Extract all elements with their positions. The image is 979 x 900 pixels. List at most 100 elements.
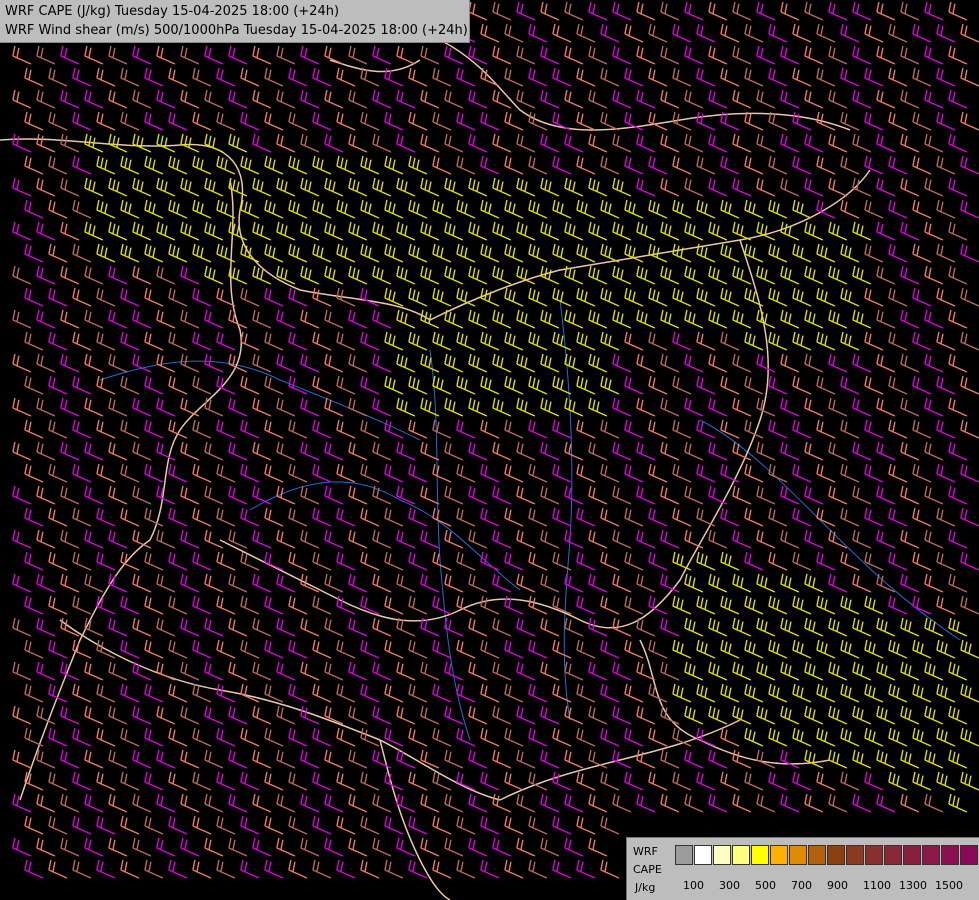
wind-barb bbox=[468, 617, 488, 637]
wind-barb bbox=[840, 287, 860, 307]
wind-barb bbox=[636, 309, 656, 329]
wind-barb bbox=[888, 67, 908, 87]
wind-barb bbox=[312, 199, 332, 219]
wind-barb bbox=[144, 331, 164, 351]
wind-barb bbox=[636, 1, 656, 21]
wind-barb bbox=[684, 45, 704, 65]
country-border bbox=[219, 539, 581, 622]
legend-swatch bbox=[713, 845, 731, 865]
wind-barb bbox=[744, 771, 764, 791]
wind-barb bbox=[24, 595, 44, 615]
wind-barb bbox=[384, 155, 404, 175]
country-border bbox=[149, 179, 243, 541]
wind-barb bbox=[948, 397, 968, 417]
wind-barb bbox=[252, 485, 272, 505]
wind-barb bbox=[552, 287, 572, 307]
wind-barb bbox=[624, 375, 644, 395]
wind-barb bbox=[384, 331, 404, 351]
wind-barb bbox=[348, 397, 368, 417]
wind-barb bbox=[432, 111, 452, 131]
wind-barb bbox=[600, 771, 620, 791]
wind-barb bbox=[360, 111, 380, 131]
wind-barb bbox=[588, 661, 608, 681]
wind-barb bbox=[312, 155, 332, 175]
wind-barb bbox=[912, 419, 932, 439]
wind-barb bbox=[492, 573, 512, 593]
wind-barb bbox=[96, 331, 116, 351]
wind-barb bbox=[312, 551, 332, 571]
legend-swatch bbox=[675, 845, 693, 865]
wind-barb bbox=[852, 1, 872, 21]
wind-barb bbox=[900, 45, 920, 65]
wind-barb bbox=[636, 353, 656, 373]
wind-barb bbox=[12, 397, 32, 417]
wind-barb bbox=[216, 67, 236, 87]
wind-barb bbox=[12, 133, 32, 153]
wind-barb bbox=[240, 815, 260, 835]
wind-barb bbox=[432, 683, 452, 703]
wind-barb bbox=[600, 111, 620, 131]
wind-barb bbox=[828, 573, 848, 593]
legend-ticks: 100 300 500 700 900 1100 1300 1500 bbox=[683, 879, 973, 893]
wind-barb bbox=[96, 287, 116, 307]
wind-barb bbox=[504, 111, 524, 131]
wind-barb bbox=[528, 419, 548, 439]
wind-barb bbox=[192, 243, 212, 263]
wind-barb bbox=[552, 683, 572, 703]
wind-barb bbox=[216, 419, 236, 439]
wind-barb bbox=[948, 353, 968, 373]
wind-barb bbox=[120, 683, 140, 703]
wind-barb bbox=[960, 155, 979, 175]
wind-barb bbox=[192, 463, 212, 483]
wind-barb bbox=[444, 221, 464, 241]
wind-barb bbox=[180, 221, 200, 241]
wind-barb bbox=[588, 573, 608, 593]
wind-barb bbox=[252, 89, 272, 109]
wind-barb bbox=[336, 375, 356, 395]
wind-barb bbox=[684, 397, 704, 417]
wind-barb bbox=[936, 111, 956, 131]
wind-barb bbox=[600, 551, 620, 571]
wind-barb bbox=[516, 221, 536, 241]
wind-barb bbox=[876, 617, 896, 637]
wind-barb bbox=[288, 595, 308, 615]
wind-barb bbox=[492, 353, 512, 373]
wind-barb bbox=[660, 485, 680, 505]
wind-barb bbox=[720, 727, 740, 747]
wind-barb bbox=[384, 287, 404, 307]
wind-barb bbox=[504, 639, 524, 659]
wind-barb bbox=[780, 749, 800, 769]
wind-barb bbox=[804, 397, 824, 417]
wind-barb bbox=[324, 793, 344, 813]
wind-barb bbox=[24, 683, 44, 703]
wind-barb bbox=[180, 309, 200, 329]
wind-barb bbox=[24, 243, 44, 263]
wind-barb bbox=[72, 507, 92, 527]
wind-barb bbox=[168, 639, 188, 659]
wind-barb bbox=[816, 683, 836, 703]
legend-swatch bbox=[884, 845, 902, 865]
wind-barb bbox=[240, 507, 260, 527]
wind-barb bbox=[264, 683, 284, 703]
wind-barb bbox=[336, 859, 356, 879]
wind-barb bbox=[960, 771, 979, 791]
wind-barb bbox=[216, 683, 236, 703]
wind-barb bbox=[324, 837, 344, 857]
wind-barb bbox=[888, 639, 908, 659]
wind-barb bbox=[960, 639, 979, 659]
wind-barb bbox=[804, 309, 824, 329]
wind-barb bbox=[960, 683, 979, 703]
wind-barb bbox=[624, 595, 644, 615]
wind-barb bbox=[408, 331, 428, 351]
wind-barb bbox=[84, 397, 104, 417]
wind-barb bbox=[756, 397, 776, 417]
wind-barb bbox=[900, 705, 920, 725]
wind-barb bbox=[36, 441, 56, 461]
wind-barb bbox=[348, 309, 368, 329]
wind-barb bbox=[60, 705, 80, 725]
wind-barb bbox=[60, 133, 80, 153]
wind-barb bbox=[48, 771, 68, 791]
wind-barb bbox=[420, 529, 440, 549]
wind-barb bbox=[420, 45, 440, 65]
wind-barb bbox=[396, 661, 416, 681]
